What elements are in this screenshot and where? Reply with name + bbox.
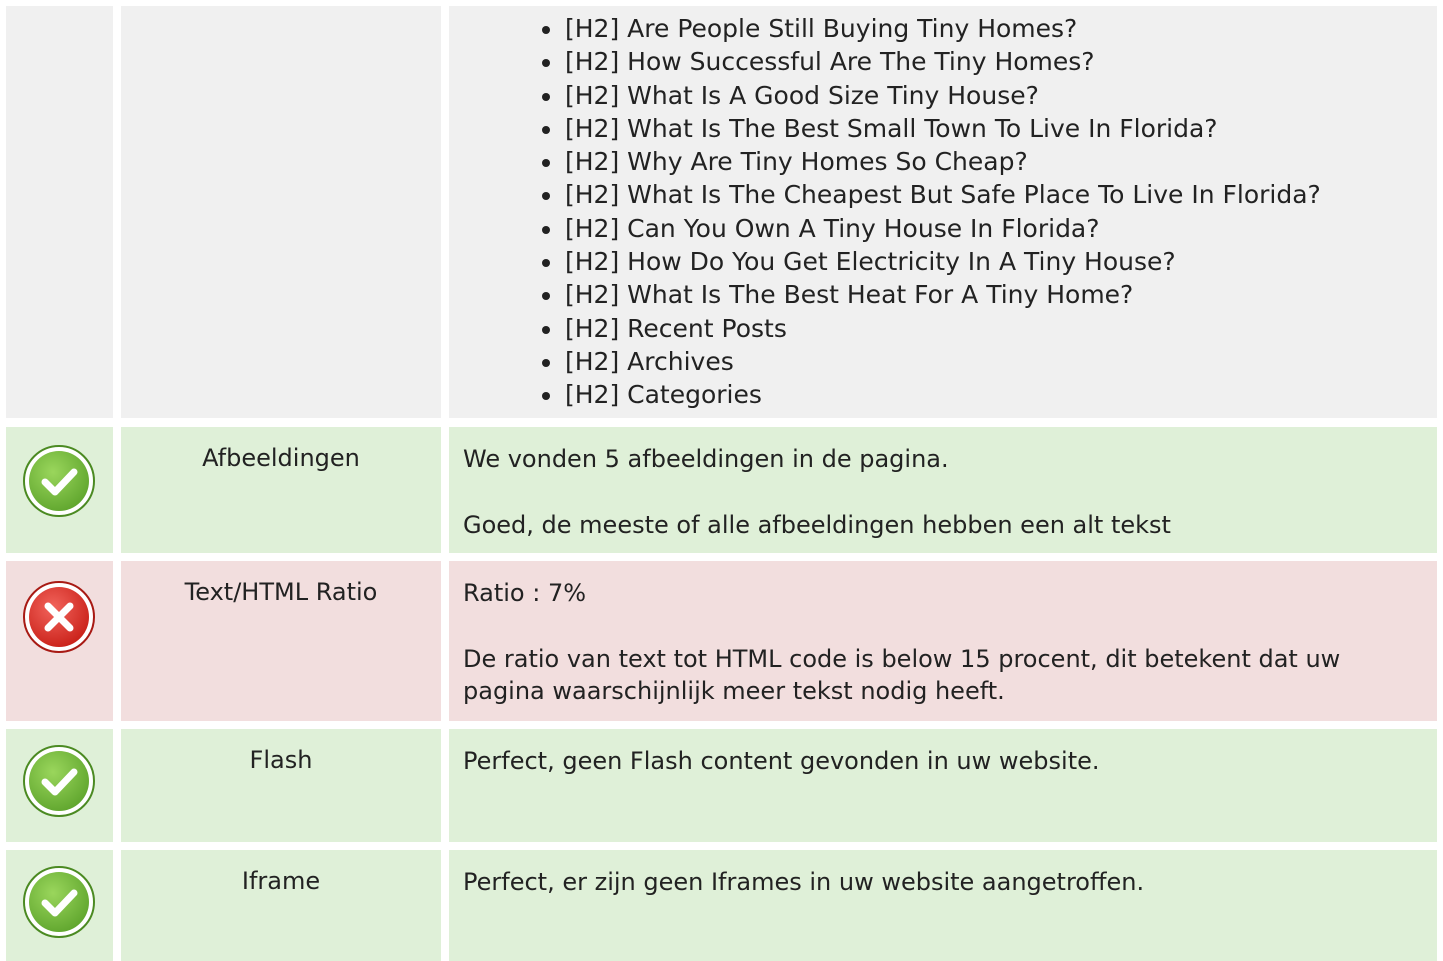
- images-check-row: Afbeeldingen We vonden 5 afbeeldingen in…: [0, 427, 1443, 553]
- images-icon-cell: [6, 427, 113, 553]
- bullet-icon: [542, 225, 550, 234]
- heading-text: [H2] Why Are Tiny Homes So Cheap?: [565, 147, 1028, 177]
- check-result: Perfect, geen Flash content gevonden in …: [463, 747, 1100, 775]
- check-label: Flash: [249, 746, 313, 774]
- ratio-label-cell: Text/HTML Ratio: [121, 561, 441, 721]
- iframe-content-cell: Perfect, er zijn geen Iframes in uw webs…: [449, 850, 1437, 961]
- headings-label-cell: [121, 6, 441, 418]
- headings-list: [H2] Are People Still Buying Tiny Homes?…: [537, 12, 1321, 412]
- list-item: [H2] How Successful Are The Tiny Homes?: [537, 45, 1321, 78]
- check-result: Perfect, er zijn geen Iframes in uw webs…: [463, 868, 1145, 896]
- bullet-icon: [542, 192, 550, 201]
- heading-text: [H2] Recent Posts: [565, 313, 787, 343]
- heading-text: [H2] How Do You Get Electricity In A Tin…: [565, 247, 1176, 277]
- heading-text: [H2] What Is The Best Heat For A Tiny Ho…: [565, 280, 1134, 310]
- bullet-icon: [542, 26, 550, 34]
- list-item: [H2] Why Are Tiny Homes So Cheap?: [537, 145, 1321, 178]
- flash-content-cell: Perfect, geen Flash content gevonden in …: [449, 729, 1437, 842]
- list-item: [H2] Archives: [537, 345, 1321, 378]
- check-advice: De ratio van text tot HTML code is below…: [463, 645, 1341, 705]
- check-label: Text/HTML Ratio: [184, 578, 378, 606]
- heading-text: [H2] Categories: [565, 380, 762, 410]
- images-label-cell: Afbeeldingen: [121, 427, 441, 553]
- check-result: Ratio : 7%: [463, 579, 587, 607]
- check-circle-icon: [23, 745, 95, 817]
- bullet-icon: [542, 125, 550, 134]
- ratio-content-cell: Ratio : 7% De ratio van text tot HTML co…: [449, 561, 1437, 721]
- list-item: [H2] Categories: [537, 378, 1321, 411]
- bullet-icon: [542, 325, 550, 334]
- heading-text: [H2] Can You Own A Tiny House In Florida…: [565, 213, 1100, 243]
- bullet-icon: [542, 259, 550, 268]
- heading-text: [H2] What Is The Cheapest But Safe Place…: [565, 180, 1321, 210]
- list-item: [H2] What Is The Cheapest But Safe Place…: [537, 178, 1321, 211]
- headings-row: [H2] Are People Still Buying Tiny Homes?…: [0, 0, 1443, 418]
- bullet-icon: [542, 92, 550, 101]
- bullet-icon: [542, 159, 550, 168]
- check-result: We vonden 5 afbeeldingen in de pagina.: [463, 445, 949, 473]
- check-label: Afbeeldingen: [202, 444, 360, 472]
- check-label: Iframe: [241, 867, 321, 895]
- seo-report-table: [H2] Are People Still Buying Tiny Homes?…: [0, 0, 1443, 961]
- heading-text: [H2] Are People Still Buying Tiny Homes?: [565, 14, 1078, 43]
- list-item: [H2] How Do You Get Electricity In A Tin…: [537, 245, 1321, 278]
- check-circle-icon: [23, 445, 95, 517]
- list-item: [H2] What Is A Good Size Tiny House?: [537, 79, 1321, 112]
- iframe-check-row: Iframe Perfect, er zijn geen Iframes in …: [0, 850, 1443, 961]
- ratio-check-row: Text/HTML Ratio Ratio : 7% De ratio van …: [0, 561, 1443, 721]
- bullet-icon: [542, 392, 550, 401]
- ratio-icon-cell: [6, 561, 113, 721]
- heading-text: [H2] Archives: [565, 346, 734, 376]
- list-item: [H2] Can You Own A Tiny House In Florida…: [537, 212, 1321, 245]
- bullet-icon: [542, 358, 550, 367]
- check-advice: Goed, de meeste of alle afbeeldingen heb…: [463, 511, 1171, 539]
- heading-text: [H2] What Is A Good Size Tiny House?: [565, 80, 1039, 110]
- flash-label-cell: Flash: [121, 729, 441, 842]
- flash-check-row: Flash Perfect, geen Flash content gevond…: [0, 729, 1443, 842]
- heading-text: [H2] How Successful Are The Tiny Homes?: [565, 47, 1095, 77]
- list-item: [H2] Are People Still Buying Tiny Homes?: [537, 12, 1321, 45]
- iframe-icon-cell: [6, 850, 113, 961]
- list-item: [H2] What Is The Best Heat For A Tiny Ho…: [537, 278, 1321, 311]
- heading-text: [H2] What Is The Best Small Town To Live…: [565, 113, 1218, 143]
- headings-icon-cell: [6, 6, 113, 418]
- iframe-label-cell: Iframe: [121, 850, 441, 961]
- images-content-cell: We vonden 5 afbeeldingen in de pagina. G…: [449, 427, 1437, 553]
- list-item: [H2] Recent Posts: [537, 312, 1321, 345]
- flash-icon-cell: [6, 729, 113, 842]
- error-circle-icon: [23, 581, 95, 653]
- bullet-icon: [542, 292, 550, 301]
- bullet-icon: [542, 59, 550, 68]
- list-item: [H2] What Is The Best Small Town To Live…: [537, 112, 1321, 145]
- check-circle-icon: [23, 866, 95, 938]
- headings-content-cell: [H2] Are People Still Buying Tiny Homes?…: [449, 6, 1437, 418]
